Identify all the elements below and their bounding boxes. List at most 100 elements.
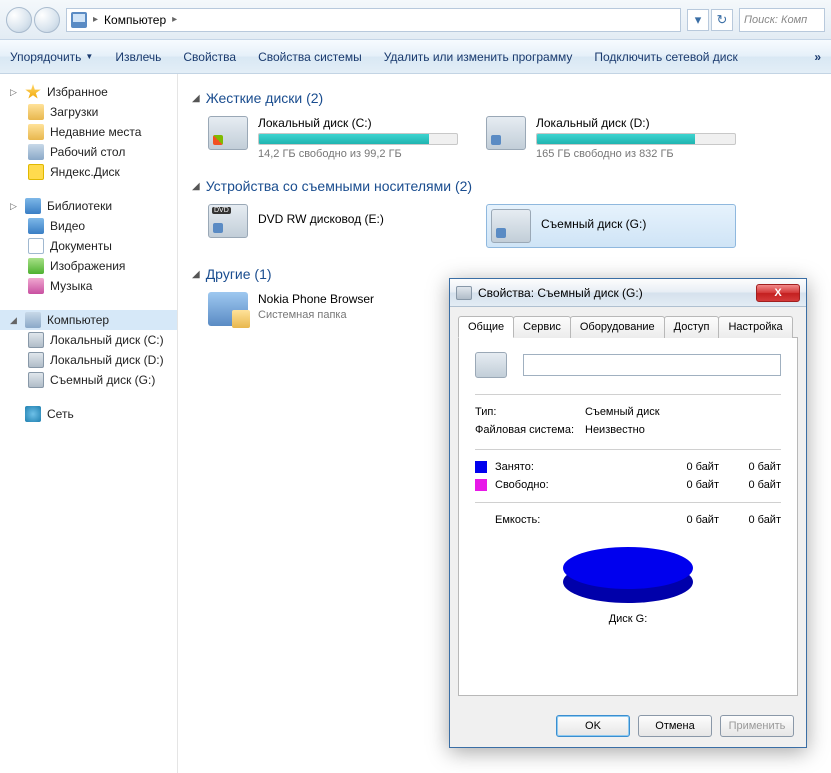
collapse-icon: ◢ <box>192 269 200 280</box>
dialog-titlebar[interactable]: Свойства: Съемный диск (G:) X <box>450 279 806 307</box>
computer-icon <box>25 312 41 328</box>
sidebar-network[interactable]: Сеть <box>0 404 177 424</box>
organize-menu[interactable]: Упорядочить ▼ <box>10 50 93 64</box>
sidebar-documents[interactable]: Документы <box>0 236 177 256</box>
dialog-title: Свойства: Съемный диск (G:) <box>478 286 643 300</box>
map-network-drive-button[interactable]: Подключить сетевой диск <box>594 50 737 64</box>
drive-d[interactable]: Локальный диск (D:) 165 ГБ свободно из 8… <box>486 116 736 160</box>
drive-g[interactable]: Съемный диск (G:) <box>486 204 736 248</box>
video-icon <box>28 218 44 234</box>
collapse-icon: ▷ <box>10 87 19 98</box>
drive-dvd[interactable]: DVD RW дисковод (E:) <box>208 204 458 248</box>
sidebar-yandex-disk[interactable]: Яндекс.Диск <box>0 162 177 182</box>
sidebar-video[interactable]: Видео <box>0 216 177 236</box>
type-value: Съемный диск <box>585 406 660 418</box>
breadcrumb-arrow[interactable]: ▸ <box>172 14 177 25</box>
search-input[interactable]: Поиск: Комп <box>739 8 825 32</box>
sidebar-favorites[interactable]: ▷Избранное <box>0 82 177 102</box>
music-icon <box>28 278 44 294</box>
other-label: Другие (1) <box>206 266 272 282</box>
removable-label: Устройства со съемными носителями (2) <box>206 178 472 194</box>
sidebar-images[interactable]: Изображения <box>0 256 177 276</box>
tab-settings[interactable]: Настройка <box>718 316 792 338</box>
extract-button[interactable]: Извлечь <box>115 50 161 64</box>
desktop-icon <box>28 144 44 160</box>
usage-pie-chart <box>563 541 693 603</box>
document-icon <box>28 238 44 254</box>
sidebar-libraries[interactable]: ▷Библиотеки <box>0 196 177 216</box>
sidebar-music[interactable]: Музыка <box>0 276 177 296</box>
free-label: Свободно: <box>495 479 657 491</box>
drive-icon <box>28 332 44 348</box>
drive-name: Локальный диск (C:) <box>258 116 458 130</box>
library-icon <box>25 198 41 214</box>
toolbar: Упорядочить ▼ Извлечь Свойства Свойства с… <box>0 40 831 74</box>
back-button[interactable] <box>6 7 32 33</box>
section-hard-drives[interactable]: ◢Жесткие диски (2) <box>192 90 817 106</box>
sidebar-drive-c[interactable]: Локальный диск (C:) <box>0 330 177 350</box>
drive-d-label: Локальный диск (D:) <box>50 353 164 367</box>
tab-service[interactable]: Сервис <box>513 316 571 338</box>
fs-label: Файловая система: <box>475 424 585 436</box>
refresh-button[interactable]: ↻ <box>711 9 733 31</box>
pie-label: Диск G: <box>475 613 781 625</box>
drive-c[interactable]: Локальный диск (C:) 14,2 ГБ свободно из … <box>208 116 458 160</box>
tab-general[interactable]: Общие <box>458 316 514 338</box>
apply-button[interactable]: Применить <box>720 715 794 737</box>
close-button[interactable]: X <box>756 284 800 302</box>
computer-label: Компьютер <box>47 313 109 327</box>
music-label: Музыка <box>50 279 92 293</box>
capacity-label: Емкость: <box>495 514 657 526</box>
navigation-sidebar: ▷Избранное Загрузки Недавние места Рабоч… <box>0 74 178 773</box>
used-label: Занято: <box>495 461 657 473</box>
uninstall-program-button[interactable]: Удалить или изменить программу <box>384 50 573 64</box>
capacity-fill <box>259 134 429 144</box>
drive-icon <box>486 116 526 150</box>
system-folder-icon <box>208 292 248 326</box>
breadcrumb-location[interactable]: Компьютер <box>104 13 166 27</box>
tab-hardware[interactable]: Оборудование <box>570 316 665 338</box>
sidebar-desktop[interactable]: Рабочий стол <box>0 142 177 162</box>
cancel-button[interactable]: Отмена <box>638 715 712 737</box>
properties-dialog: Свойства: Съемный диск (G:) X Общие Серв… <box>449 278 807 748</box>
drive-icon <box>28 352 44 368</box>
properties-button[interactable]: Свойства <box>183 50 236 64</box>
sidebar-drive-d[interactable]: Локальный диск (D:) <box>0 350 177 370</box>
sidebar-downloads[interactable]: Загрузки <box>0 102 177 122</box>
drive-freespace: 165 ГБ свободно из 832 ГБ <box>536 148 736 160</box>
libraries-label: Библиотеки <box>47 199 112 213</box>
video-label: Видео <box>50 219 85 233</box>
fs-value: Неизвестно <box>585 424 645 436</box>
drive-icon <box>208 116 248 150</box>
chevron-down-icon: ▼ <box>85 52 93 61</box>
free-bytes: 0 байт <box>657 479 719 491</box>
breadcrumb[interactable]: ▸ Компьютер ▸ <box>66 8 681 32</box>
folder-icon <box>28 104 44 120</box>
expand-icon: ◢ <box>10 315 19 326</box>
organize-label: Упорядочить <box>10 50 81 64</box>
forward-button[interactable] <box>34 7 60 33</box>
capacity-bytes: 0 байт <box>657 514 719 526</box>
sidebar-computer[interactable]: ◢ Компьютер <box>0 310 177 330</box>
sidebar-drive-g[interactable]: Съемный диск (G:) <box>0 370 177 390</box>
type-label: Тип: <box>475 406 585 418</box>
star-icon <box>25 84 41 100</box>
recent-label: Недавние места <box>50 125 141 139</box>
sidebar-recent[interactable]: Недавние места <box>0 122 177 142</box>
images-label: Изображения <box>50 259 125 273</box>
breadcrumb-separator: ▸ <box>93 14 98 25</box>
drive-label-input[interactable] <box>523 354 781 376</box>
tab-access[interactable]: Доступ <box>664 316 720 338</box>
capacity-bar <box>258 133 458 145</box>
system-properties-button[interactable]: Свойства системы <box>258 50 362 64</box>
used-human: 0 байт <box>719 461 781 473</box>
history-dropdown[interactable]: ▾ <box>687 9 709 31</box>
section-removable[interactable]: ◢Устройства со съемными носителями (2) <box>192 178 817 194</box>
free-swatch <box>475 479 487 491</box>
documents-label: Документы <box>50 239 112 253</box>
toolbar-overflow[interactable]: » <box>814 50 821 64</box>
desktop-label: Рабочий стол <box>50 145 125 159</box>
ok-button[interactable]: OK <box>556 715 630 737</box>
drive-freespace: 14,2 ГБ свободно из 99,2 ГБ <box>258 148 458 160</box>
free-human: 0 байт <box>719 479 781 491</box>
